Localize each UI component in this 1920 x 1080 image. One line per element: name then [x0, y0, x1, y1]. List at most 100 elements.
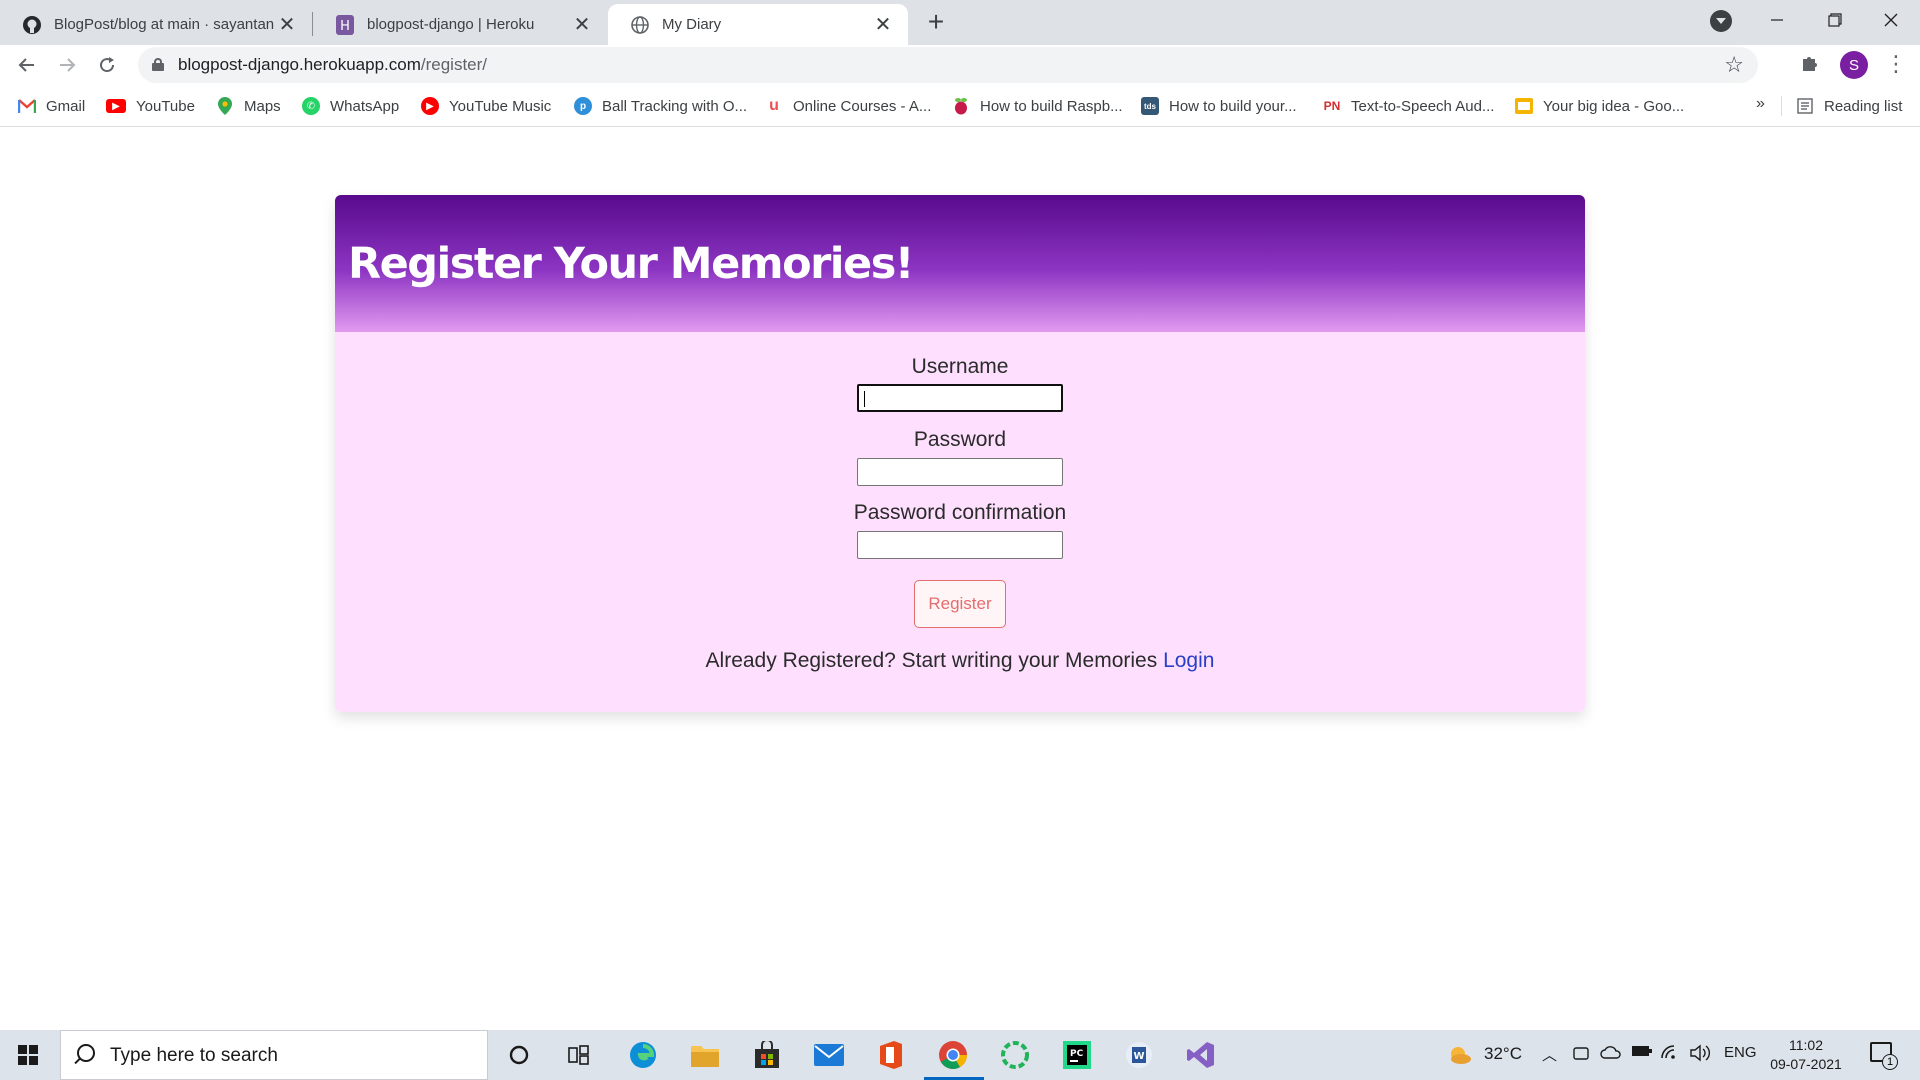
username-input[interactable]	[857, 384, 1063, 412]
battery-icon[interactable]	[1631, 1044, 1653, 1062]
reading-list-icon	[1796, 97, 1814, 115]
clock-date: 09-07-2021	[1770, 1056, 1842, 1072]
bookmark-gmail[interactable]: Gmail	[18, 96, 85, 116]
windows-taskbar: Type here to search PC W 32°C ︿ ENG 11:0…	[0, 1030, 1920, 1080]
cortana-icon[interactable]	[503, 1039, 535, 1071]
taskbar-search-box[interactable]: Type here to search	[60, 1030, 488, 1080]
tab-search-icon[interactable]	[1710, 10, 1732, 32]
bookmarks-overflow-button[interactable]: »	[1756, 95, 1765, 113]
volume-icon[interactable]	[1689, 1044, 1711, 1066]
extensions-puzzle-icon[interactable]	[1800, 53, 1820, 79]
meet-now-icon[interactable]	[1572, 1044, 1590, 1066]
address-bar[interactable]: blogpost-django.herokuapp.com/register/ …	[138, 47, 1758, 83]
tds-icon: tds	[1141, 97, 1159, 115]
close-tab-icon[interactable]: ✕	[872, 14, 894, 36]
bookmark-label: YouTube	[136, 97, 195, 115]
word-icon[interactable]: W	[1123, 1039, 1155, 1071]
forward-arrow-icon	[60, 58, 76, 72]
pycharm-icon[interactable]: PC	[1061, 1039, 1093, 1071]
weather-icon[interactable]	[1446, 1042, 1474, 1070]
close-tab-icon[interactable]: ✕	[276, 14, 298, 36]
bookmark-tds[interactable]: tds How to build your...	[1141, 96, 1297, 116]
wifi-icon[interactable]	[1660, 1044, 1680, 1064]
pyimagesearch-icon: p	[574, 97, 592, 115]
url-path: /register/	[420, 55, 488, 74]
chrome-icon[interactable]	[937, 1039, 969, 1071]
bookmarks-divider	[1781, 96, 1782, 116]
bookmark-label: YouTube Music	[449, 97, 552, 115]
text-caret	[864, 391, 865, 407]
card-body: Username Password Password confirmation …	[335, 332, 1585, 712]
bookmark-big-idea[interactable]: Your big idea - Goo...	[1515, 96, 1684, 116]
heroku-icon: H	[335, 14, 355, 35]
password-confirmation-input[interactable]	[857, 531, 1063, 559]
bookmark-online-courses[interactable]: u Online Courses - A...	[765, 96, 931, 116]
bookmark-whatsapp[interactable]: ✆ WhatsApp	[302, 96, 399, 116]
reload-button[interactable]	[92, 50, 122, 80]
reading-list-button[interactable]: Reading list	[1796, 96, 1902, 116]
bookmark-label: Text-to-Speech Aud...	[1351, 97, 1495, 115]
app-green-icon[interactable]	[999, 1039, 1031, 1071]
back-arrow-icon	[18, 58, 34, 72]
file-explorer-icon[interactable]	[689, 1039, 721, 1071]
bookmark-label: Maps	[244, 97, 281, 115]
login-link[interactable]: Login	[1163, 649, 1214, 672]
windows-start-icon[interactable]	[18, 1045, 38, 1065]
whatsapp-icon: ✆	[302, 97, 320, 115]
close-window-button[interactable]	[1862, 0, 1920, 40]
tab-heroku[interactable]: H blogpost-django | Heroku ✕	[313, 4, 607, 45]
tab-github[interactable]: BlogPost/blog at main · sayantan ✕	[0, 4, 312, 45]
tab-my-diary[interactable]: My Diary ✕	[608, 4, 908, 45]
bookmark-text-to-speech[interactable]: PN Text-to-Speech Aud...	[1323, 96, 1495, 116]
forward-button[interactable]	[52, 50, 82, 80]
minimize-button[interactable]	[1748, 0, 1806, 40]
input-language[interactable]: ENG	[1724, 1044, 1757, 1061]
system-clock[interactable]: 11:02 09-07-2021	[1768, 1036, 1844, 1074]
show-hidden-icons-chevron-icon[interactable]: ︿	[1542, 1044, 1557, 1065]
svg-text:PC: PC	[1070, 1049, 1084, 1059]
globe-icon	[630, 15, 650, 35]
lock-icon[interactable]	[152, 58, 164, 71]
password-input[interactable]	[857, 458, 1063, 486]
task-view-icon[interactable]	[563, 1039, 595, 1071]
browser-tab-strip: BlogPost/blog at main · sayantan ✕ H blo…	[0, 0, 1920, 45]
register-button[interactable]: Register	[914, 580, 1006, 628]
bookmark-star-icon[interactable]: ☆	[1724, 52, 1744, 78]
browser-toolbar: blogpost-django.herokuapp.com/register/ …	[0, 45, 1920, 85]
store-icon[interactable]	[751, 1039, 783, 1071]
card-header: Register Your Memories!	[335, 195, 1585, 332]
bookmark-youtube-music[interactable]: ▶ YouTube Music	[421, 96, 551, 116]
pn-icon: PN	[1323, 99, 1341, 113]
edge-icon[interactable]	[627, 1039, 659, 1071]
bookmark-ball-tracking[interactable]: p Ball Tracking with O...	[574, 96, 747, 116]
already-registered-text: Already Registered? Start writing your M…	[335, 649, 1585, 673]
restore-button[interactable]	[1806, 0, 1864, 40]
already-registered-message: Already Registered? Start writing your M…	[705, 649, 1158, 672]
clock-time: 11:02	[1789, 1037, 1823, 1053]
back-button[interactable]	[12, 50, 42, 80]
github-icon	[22, 15, 42, 35]
close-tab-icon[interactable]: ✕	[571, 14, 593, 36]
profile-avatar[interactable]: S	[1840, 51, 1868, 79]
office-icon[interactable]	[875, 1039, 907, 1071]
bookmark-label: Ball Tracking with O...	[602, 97, 748, 115]
visual-studio-icon[interactable]	[1185, 1039, 1217, 1071]
tab-title: BlogPost/blog at main · sayantan	[54, 16, 275, 33]
kebab-menu-icon[interactable]: ⋮	[1885, 51, 1907, 77]
bookmark-maps[interactable]: Maps	[216, 96, 281, 116]
weather-temperature[interactable]: 32°C	[1484, 1044, 1522, 1064]
youtube-icon: ▶	[106, 99, 126, 113]
maps-icon	[216, 97, 234, 115]
page-title: Register Your Memories!	[348, 239, 914, 289]
bookmarks-bar: Gmail ▶ YouTube Maps ✆ WhatsApp ▶ YouTub…	[0, 85, 1920, 127]
register-card: Register Your Memories! Username Passwor…	[335, 195, 1585, 712]
taskbar-search-placeholder: Type here to search	[110, 1045, 278, 1066]
search-icon	[77, 1044, 95, 1062]
bookmark-raspberry[interactable]: How to build Raspb...	[952, 96, 1123, 116]
onedrive-cloud-icon[interactable]	[1600, 1044, 1622, 1064]
mail-icon[interactable]	[813, 1039, 845, 1071]
notification-count-badge: 1	[1882, 1054, 1898, 1070]
url-text[interactable]: blogpost-django.herokuapp.com/register/	[178, 55, 487, 75]
bookmark-youtube[interactable]: ▶ YouTube	[106, 96, 195, 116]
new-tab-button[interactable]: +	[920, 6, 952, 38]
